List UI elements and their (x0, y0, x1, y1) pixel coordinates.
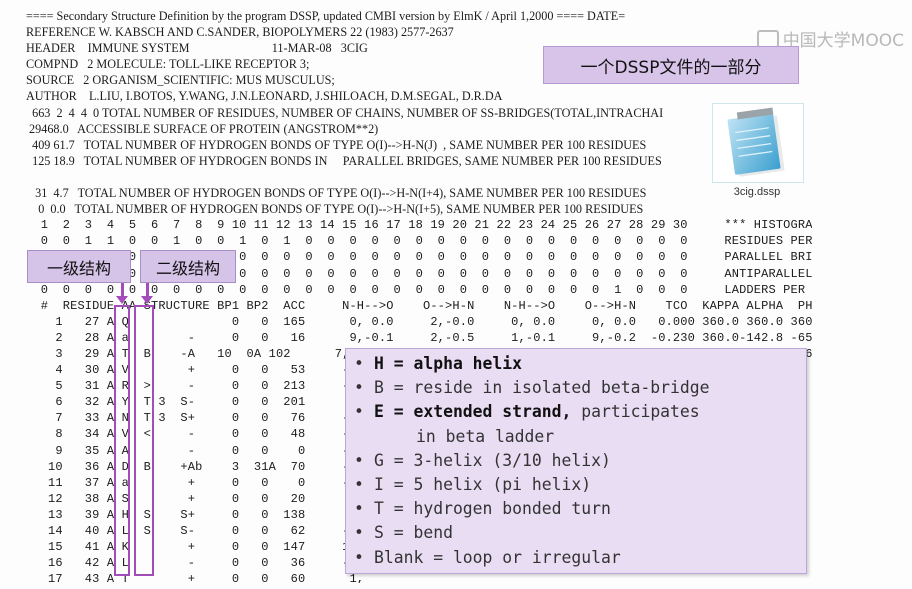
legend-item: • H = alpha helix (354, 352, 806, 376)
structure-code-legend: • H = alpha helix • B = reside in isolated … (345, 348, 807, 574)
dssp-header-line: 663 2 4 4 0 TOTAL NUMBER OF RESIDUES, NU… (26, 105, 664, 120)
legend-text: in beta ladder (416, 426, 555, 446)
legend-item: • I = 5 helix (pi helix) (354, 473, 806, 497)
legend-text: I = 5 helix (pi helix) (374, 475, 592, 495)
dssp-table-line: 1 2 3 4 5 6 7 8 9 10 11 12 13 14 15 16 1… (26, 218, 812, 233)
file-caption: 3cig.dssp (733, 186, 781, 198)
dssp-header-line: 29468.0 ACCESSIBLE SURFACE OF PROTEIN (A… (26, 121, 379, 136)
secondary-structure-label: 二级结构 (140, 250, 236, 283)
dssp-table-line: 0 0 1 1 0 0 1 0 0 1 0 1 0 0 0 0 0 0 0 0 … (26, 234, 812, 249)
legend-text: participates (571, 402, 700, 422)
mooc-logo-icon (756, 29, 779, 48)
legend-item: in beta ladder (354, 425, 806, 449)
dssp-header-line: 0 0.0 TOTAL NUMBER OF HYDROGEN BONDS OF … (26, 202, 644, 217)
dssp-header-line: 125 18.9 TOTAL NUMBER OF HYDROGEN BONDS … (26, 153, 662, 168)
legend-code-bold: E = extended strand, (374, 402, 572, 422)
legend-text: T = hydrogen bonded turn (374, 499, 611, 519)
slide: ==== Secondary Structure Definition by t… (0, 0, 912, 589)
bullet-icon: • (354, 450, 364, 470)
bullet-icon: • (354, 547, 364, 567)
amino-acid-column-highlight (114, 305, 130, 576)
dssp-header-line (26, 169, 812, 185)
legend-item: • B = reside in isolated beta-bridge (354, 376, 806, 400)
legend-text: S = bend (374, 523, 453, 543)
bullet-icon: • (354, 499, 364, 519)
bullet-icon: • (354, 354, 364, 373)
dssp-header-line: ==== Secondary Structure Definition by t… (26, 9, 626, 23)
dssp-header-line: 409 61.7 TOTAL NUMBER OF HYDROGEN BONDS … (26, 137, 647, 152)
dssp-header-line: REFERENCE W. KABSCH AND C.SANDER, BIOPOL… (26, 25, 454, 40)
dssp-callout: 一个DSSP文件的一部分 (543, 46, 799, 84)
legend-item: • Blank = loop or irregular (354, 546, 806, 570)
legend-item: • S = bend (354, 521, 806, 545)
brand-text: 中国大学MOOC (782, 31, 904, 51)
dssp-header-line: AUTHOR L.LIU, I.BOTOS, Y.WANG, J.N.LEONA… (26, 89, 503, 104)
primary-structure-arrow (116, 283, 128, 304)
bullet-icon: • (354, 523, 364, 543)
legend-item: • G = 3-helix (3/10 helix) (354, 449, 806, 473)
primary-structure-label: 一级结构 (27, 250, 131, 283)
legend-text: B = reside in isolated beta-bridge (374, 378, 710, 398)
legend-text: G = 3-helix (3/10 helix) (374, 450, 611, 470)
bullet-icon: • (354, 402, 364, 422)
legend-item: • E = extended strand, participates (354, 400, 806, 424)
dssp-header-line: 31 4.7 TOTAL NUMBER OF HYDROGEN BONDS OF… (26, 186, 647, 201)
notepad-icon (727, 107, 785, 177)
notepad-file-icon[interactable] (712, 103, 804, 183)
legend-code-bold: H = alpha helix (374, 354, 523, 373)
legend-text: Blank = loop or irregular (374, 547, 621, 567)
bullet-icon: • (354, 475, 364, 495)
legend-item: • T = hydrogen bonded turn (354, 497, 806, 521)
secondary-structure-arrow (141, 283, 153, 304)
structure-column-highlight (134, 305, 154, 576)
bullet-icon: • (354, 378, 364, 398)
